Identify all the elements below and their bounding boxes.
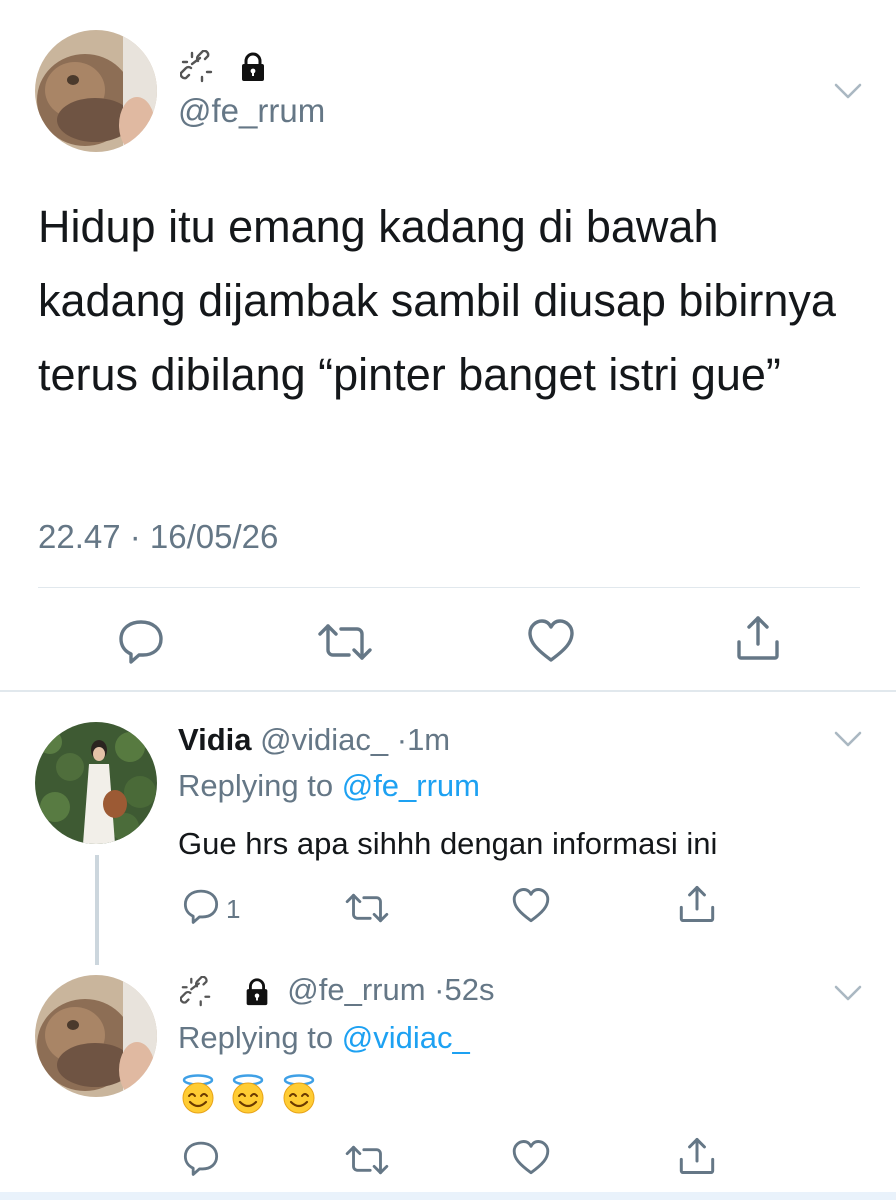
chevron-down-icon[interactable] (834, 730, 862, 748)
main-author-handle[interactable]: @fe_rrum (178, 92, 325, 130)
reply-count: 1 (226, 894, 241, 924)
replying-to-line: Replying to @vidiac_ (178, 1020, 470, 1056)
main-author-avatar[interactable] (35, 30, 157, 152)
lock-icon (236, 50, 270, 84)
replying-to-link[interactable]: @vidiac_ (342, 1020, 470, 1055)
reply-icon[interactable] (117, 618, 165, 664)
retweet-icon[interactable] (344, 892, 390, 924)
like-icon[interactable] (511, 887, 551, 924)
smiling-face-with-halo-emoji (228, 1074, 268, 1114)
reply-time[interactable]: 1m (407, 722, 450, 757)
broken-link-icon (179, 975, 212, 1008)
replying-to-label: Replying to (178, 1020, 342, 1055)
share-icon[interactable] (735, 614, 781, 662)
main-name-icons (179, 49, 270, 86)
reply-author-avatar[interactable] (35, 975, 157, 1097)
share-icon[interactable] (678, 884, 716, 924)
thread-connector-line (95, 855, 99, 965)
reply-header: @fe_rrum ·52s (179, 972, 494, 1008)
reply-icon[interactable] (182, 1140, 220, 1176)
replying-to-label: Replying to (178, 768, 342, 803)
reply-author-name[interactable]: Vidia (178, 722, 252, 757)
retweet-icon[interactable] (316, 622, 374, 662)
lock-icon (241, 976, 273, 1008)
section-divider (0, 690, 896, 692)
reply-header: Vidia @vidiac_ ·1m (178, 722, 450, 758)
like-icon[interactable] (511, 1139, 551, 1176)
retweet-icon[interactable] (344, 1144, 390, 1176)
reply-author-handle[interactable]: @vidiac_ (260, 722, 388, 757)
reply-time[interactable]: 52s (444, 972, 494, 1007)
like-icon[interactable] (526, 618, 576, 664)
divider (38, 587, 860, 588)
broken-link-icon (179, 49, 214, 84)
reply-icon[interactable] (182, 888, 220, 924)
replying-to-line: Replying to @fe_rrum (178, 768, 480, 804)
separator-dot: · (388, 722, 408, 757)
smiling-face-with-halo-emoji (178, 1074, 218, 1114)
share-icon[interactable] (678, 1136, 716, 1176)
bottom-edge (0, 1192, 896, 1200)
main-tweet-timestamp[interactable]: 22.47 · 16/05/26 (38, 518, 278, 556)
replying-to-link[interactable]: @fe_rrum (342, 768, 480, 803)
reply-text: 😇😇😇 (178, 1074, 325, 1118)
chevron-down-icon[interactable] (834, 984, 862, 1002)
chevron-down-icon[interactable] (834, 82, 862, 100)
main-tweet-text: Hidup itu emang kadang di bawah kadang d… (38, 201, 836, 400)
separator-dot: · (425, 972, 445, 1007)
reply-text: Gue hrs apa sihhh dengan informasi ini (178, 826, 718, 861)
smiling-face-with-halo-emoji (279, 1074, 319, 1114)
reply-author-avatar[interactable] (35, 722, 157, 844)
reply-author-handle[interactable]: @fe_rrum (287, 972, 425, 1007)
